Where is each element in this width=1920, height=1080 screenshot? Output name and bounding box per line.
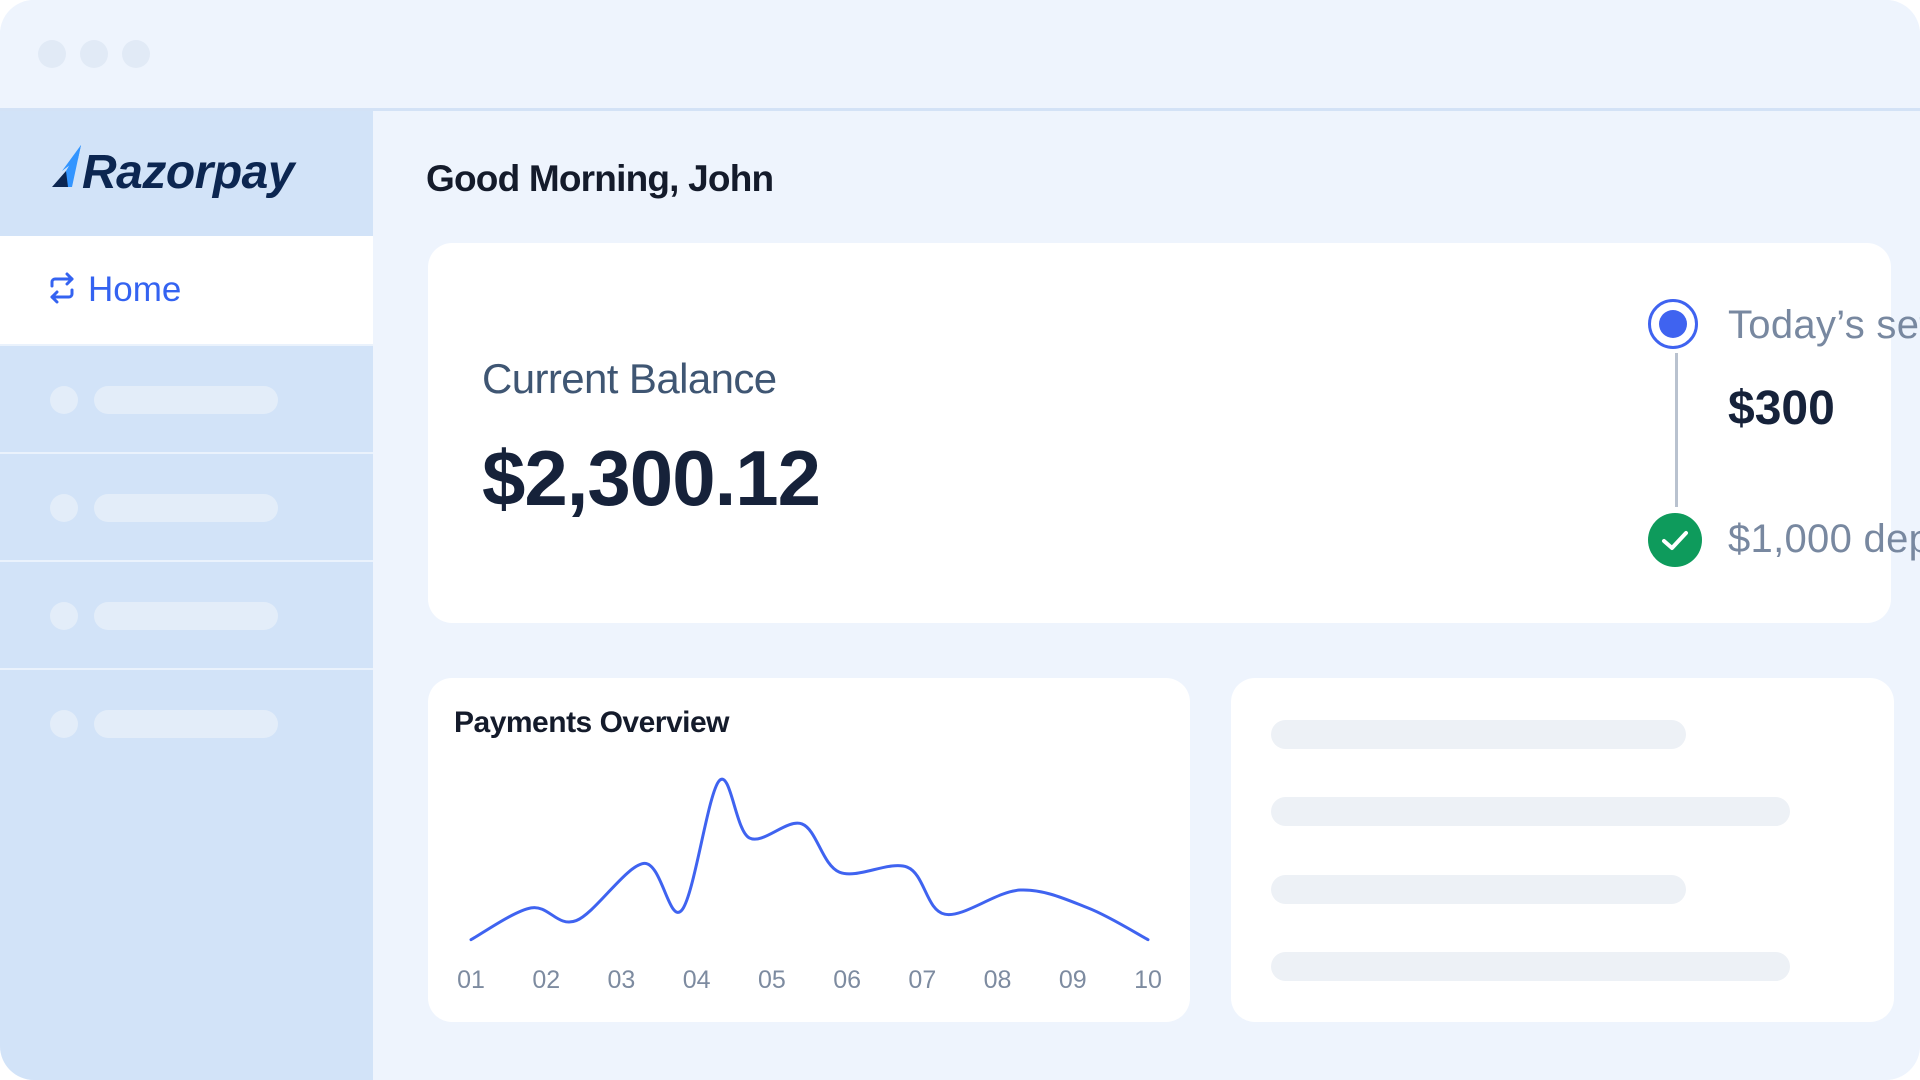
balance-card: Current Balance $2,300.12 Today’s settle… xyxy=(428,243,1920,623)
placeholder-label xyxy=(94,386,278,414)
x-tick-label: 01 xyxy=(457,966,485,994)
placeholder-line xyxy=(1271,952,1790,981)
placeholder-line xyxy=(1271,797,1790,826)
payments-overview-card: Payments Overview 01 02 03 04 05 06 07 08 09 10 xyxy=(428,678,1190,1022)
sidebar: Razorpay Home xyxy=(0,111,373,1080)
placeholder-line xyxy=(1271,720,1686,749)
x-tick-label: 02 xyxy=(532,966,560,994)
sidebar-item-placeholder[interactable] xyxy=(0,344,373,453)
x-tick-label: 08 xyxy=(984,966,1012,994)
x-tick-label: 09 xyxy=(1059,966,1087,994)
window-close-dot[interactable] xyxy=(38,40,66,68)
placeholder-label xyxy=(94,602,278,630)
deposit-status: $1,000 deposited yesterday xyxy=(1728,517,1920,561)
current-balance-amount: $2,300.12 xyxy=(482,434,821,522)
placeholder-icon xyxy=(50,602,78,630)
placeholder-label xyxy=(94,710,278,738)
x-tick-label: 10 xyxy=(1134,966,1162,994)
logo-text: Razorpay xyxy=(82,146,295,199)
check-icon xyxy=(1648,513,1702,567)
x-tick-label: 05 xyxy=(758,966,786,994)
payments-line-chart: 01 02 03 04 05 06 07 08 09 10 xyxy=(457,777,1162,994)
sidebar-item-placeholder[interactable] xyxy=(0,452,373,561)
chart-series-line xyxy=(469,777,1150,942)
logo[interactable]: Razorpay xyxy=(0,111,373,236)
settlement-label: Today’s settlement worth xyxy=(1728,303,1920,347)
placeholder-icon xyxy=(50,386,78,414)
timeline-connector xyxy=(1675,353,1678,507)
x-tick-label: 04 xyxy=(683,966,711,994)
placeholder-icon xyxy=(50,494,78,522)
x-tick-label: 07 xyxy=(908,966,936,994)
window-minimize-dot[interactable] xyxy=(80,40,108,68)
page-title: Good Morning, John xyxy=(426,158,774,199)
current-balance-label: Current Balance xyxy=(482,355,777,402)
title-bar xyxy=(0,0,1920,111)
x-tick-label: 06 xyxy=(833,966,861,994)
pending-status-icon xyxy=(1648,299,1698,349)
placeholder-label xyxy=(94,494,278,522)
x-tick-label: 03 xyxy=(608,966,636,994)
window-maximize-dot[interactable] xyxy=(122,40,150,68)
sidebar-item-placeholder[interactable] xyxy=(0,668,373,777)
placeholder-line xyxy=(1271,875,1686,904)
settlement-amount: $300 xyxy=(1728,382,1835,435)
settlement-timeline: Today’s settlement worth $300 $1,000 dep… xyxy=(1218,243,1920,623)
sidebar-item-placeholder[interactable] xyxy=(0,560,373,669)
sidebar-item-home[interactable]: Home xyxy=(0,236,373,344)
sidebar-item-label: Home xyxy=(88,270,182,309)
app-window: Razorpay Home Good Morning, John Current… xyxy=(0,0,1920,1080)
placeholder-icon xyxy=(50,710,78,738)
refresh-arrows-icon xyxy=(46,272,78,309)
placeholder-list-card xyxy=(1231,678,1894,1022)
